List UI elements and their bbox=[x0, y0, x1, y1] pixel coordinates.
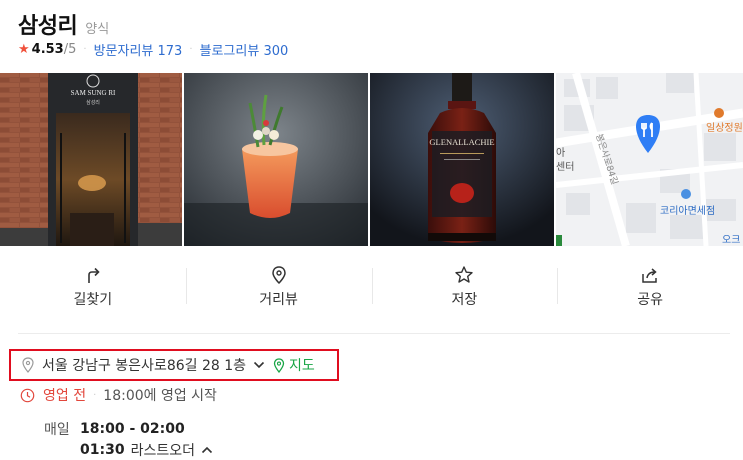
directions-button[interactable]: 길찾기 bbox=[0, 258, 186, 318]
last-order-line[interactable]: 01:30 라스트오더 bbox=[80, 439, 213, 460]
location-pin-icon bbox=[271, 266, 286, 285]
save-button[interactable]: 저장 bbox=[371, 258, 558, 318]
map-label-a: 아 bbox=[556, 147, 565, 159]
storefront-sign-text: SAM SUNG RI bbox=[71, 89, 116, 97]
hours-row: 영업 전 · 18:00에 영업 시작 bbox=[20, 385, 217, 405]
share-icon bbox=[642, 268, 657, 283]
address-pin-icon bbox=[22, 357, 34, 373]
separator-dot: · bbox=[83, 44, 87, 55]
directions-icon bbox=[88, 267, 100, 283]
rating-row: ★ 4.53 /5 · 방문자리뷰 173 · 블로그리뷰 300 bbox=[18, 40, 288, 59]
visitor-review-link[interactable]: 방문자리뷰 173 bbox=[94, 40, 183, 59]
open-time-text: 18:00에 영업 시작 bbox=[103, 388, 217, 404]
schedule-time: 18:00 - 02:00 bbox=[80, 420, 185, 437]
directions-label: 길찾기 bbox=[73, 292, 113, 308]
place-name: 삼성리 bbox=[18, 14, 78, 39]
share-button[interactable]: 공유 bbox=[557, 258, 743, 318]
business-status: 영업 전 bbox=[43, 388, 87, 404]
storefront-sign-subtext: 삼성리 bbox=[86, 99, 100, 106]
save-label: 저장 bbox=[451, 292, 478, 308]
address-text[interactable]: 서울 강남구 봉은사로86길 28 1층 bbox=[42, 355, 246, 375]
title-row: 삼성리 양식 bbox=[18, 8, 109, 40]
place-category: 양식 bbox=[85, 22, 110, 37]
map-link[interactable]: 지도 bbox=[289, 355, 315, 375]
chevron-up-icon[interactable] bbox=[201, 446, 213, 454]
chevron-down-icon[interactable] bbox=[253, 361, 265, 369]
rating-value: 4.53 bbox=[31, 42, 64, 57]
last-order-label: 라스트오더 bbox=[130, 442, 195, 459]
map-label-poi: 일상정원 bbox=[706, 122, 743, 134]
photo-whisky-bottle[interactable]: GLENALLACHIE bbox=[370, 73, 554, 246]
action-bar: 길찾기 거리뷰 저장 공유 bbox=[0, 258, 743, 318]
star-outline-icon bbox=[455, 266, 474, 283]
schedule-day: 매일 bbox=[44, 421, 70, 438]
map-pin-icon bbox=[273, 357, 285, 373]
map-preview[interactable]: 일상정원 봉은사로84길 코리아면세점 아 센터 오크 bbox=[556, 73, 743, 246]
schedule-line: 매일 18:00 - 02:00 bbox=[44, 418, 213, 439]
address-row: 서울 강남구 봉은사로86길 28 1층 지도 bbox=[9, 349, 339, 381]
map-label-dutyfree: 코리아면세점 bbox=[660, 205, 715, 217]
star-icon: ★ bbox=[18, 42, 30, 57]
separator-dot: · bbox=[189, 44, 193, 55]
section-divider bbox=[18, 333, 730, 334]
hours-schedule: 매일 18:00 - 02:00 01:30 라스트오더 bbox=[44, 418, 213, 460]
blog-review-link[interactable]: 블로그리뷰 300 bbox=[200, 40, 289, 59]
street-view-button[interactable]: 거리뷰 bbox=[185, 258, 372, 318]
last-order-time: 01:30 bbox=[80, 441, 125, 458]
share-label: 공유 bbox=[637, 292, 663, 308]
street-view-label: 거리뷰 bbox=[259, 292, 298, 308]
clock-icon bbox=[20, 388, 35, 402]
photo-storefront[interactable]: SAM SUNG RI 삼성리 bbox=[0, 73, 182, 246]
photo-cocktail[interactable] bbox=[184, 73, 368, 246]
map-label-center: 센터 bbox=[556, 161, 574, 173]
rating-max: /5 bbox=[63, 42, 77, 57]
map-label-oak: 오크 bbox=[722, 235, 740, 246]
bottle-label-text: GLENALLACHIE bbox=[429, 137, 494, 147]
photo-gallery: SAM SUNG RI 삼성리 GLENALLACHIE 일상정원 봉은사로84… bbox=[0, 73, 743, 246]
separator-dot: · bbox=[93, 389, 97, 401]
